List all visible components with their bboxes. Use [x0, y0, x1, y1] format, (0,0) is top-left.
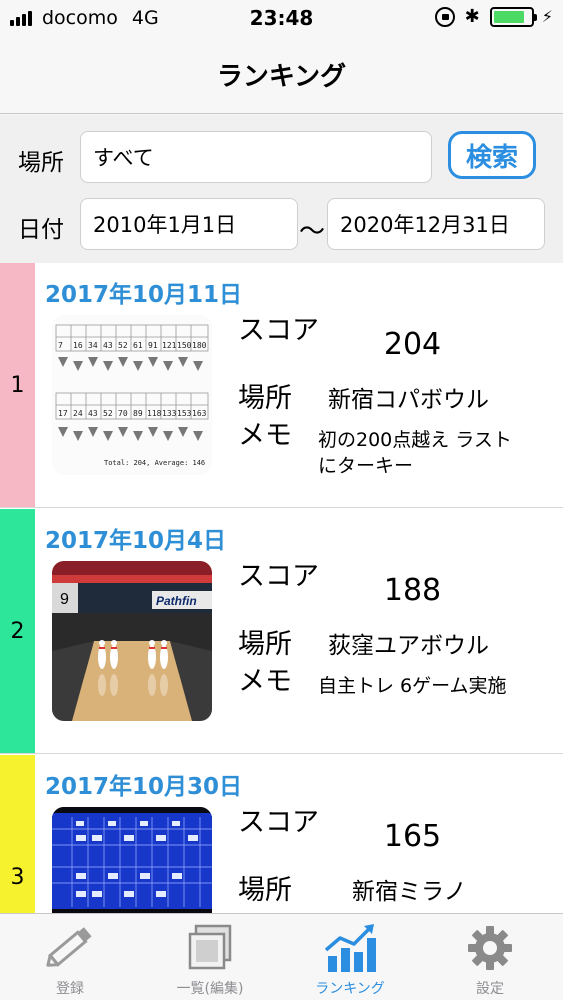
ranking-date: 2017年10月30日	[45, 774, 243, 800]
place-label: 場所	[238, 875, 292, 906]
memo-value: 初の200点越え ラストにターキー	[318, 429, 512, 477]
sheet-frame: 163	[192, 409, 207, 418]
status-bar: docomo 4G 23:48 ✱ ⚡	[0, 0, 563, 38]
sheet-frame: 133	[162, 409, 177, 418]
ranking-row[interactable]: 2 2017年10月4日 9 Pathfin スコア 188 場所 荻窪ユアボウ…	[0, 509, 563, 754]
sheet-caption: Total: 204, Average: 146	[104, 459, 205, 467]
ranking-date: 2017年10月11日	[45, 282, 243, 308]
rank-number: 2	[10, 618, 25, 644]
lane-number: 9	[60, 591, 69, 608]
sheet-frame: 121	[162, 341, 177, 350]
battery-icon	[489, 6, 537, 27]
sheet-frame: 52	[118, 341, 128, 350]
sheet-frame: 43	[103, 341, 113, 350]
sheet-frame: 7	[58, 341, 63, 350]
bluetooth-icon: ✱	[464, 6, 480, 27]
ranking-row[interactable]: 3 2017年10月30日 スコア 165 場所 新宿ミラノ	[0, 755, 563, 913]
score-label: スコア	[238, 315, 319, 346]
tab-bar: 登録 一覧(編集) ランキング 設定	[0, 913, 563, 1000]
score-value: 188	[383, 573, 442, 608]
page-title: ランキング	[216, 62, 347, 92]
memo-label: メモ	[238, 666, 292, 697]
scoreboard-screen-photo	[52, 807, 212, 913]
date-to-field[interactable]: 2020年12月31日	[327, 198, 545, 250]
tab-label: 設定	[476, 981, 504, 997]
navigation-bar: ランキング	[0, 38, 563, 114]
tab-list-edit[interactable]: 一覧(編集)	[140, 914, 280, 1000]
rank-indicator: 1	[0, 263, 35, 507]
rank-number: 1	[10, 372, 25, 398]
memo-label: メモ	[238, 905, 292, 913]
tab-label: ランキング	[315, 981, 385, 997]
scoreboard-graphic	[52, 807, 212, 913]
place-value: 新宿コパボウル	[328, 387, 489, 413]
sheet-frame: 52	[103, 409, 113, 418]
date-from-field[interactable]: 2010年1月1日	[80, 198, 298, 250]
battery-fill	[493, 10, 525, 23]
sheet-frame: 61	[133, 341, 143, 350]
charging-icon: ⚡	[541, 7, 553, 26]
score-label: スコア	[238, 807, 319, 838]
place-label: 場所	[238, 629, 292, 660]
place-filter-value: すべて	[93, 146, 154, 170]
photo-stack-icon	[182, 922, 238, 974]
place-value: 荻窪ユアボウル	[328, 633, 489, 659]
place-value: 新宿ミラノ	[352, 879, 467, 905]
place-filter-label: 場所	[18, 150, 64, 176]
bowling-lane-graphic: 9 Pathfin	[52, 561, 212, 721]
rank-number: 3	[10, 864, 25, 890]
sheet-frame: 91	[148, 341, 158, 350]
place-filter-field[interactable]: すべて	[80, 131, 432, 183]
rank-indicator: 2	[0, 509, 35, 753]
score-sheet-graphic: 7 16 34 43 52 61 91 121 150 180 17 24 43…	[52, 315, 212, 475]
sheet-frame: 16	[73, 341, 83, 350]
place-label: 場所	[238, 383, 292, 414]
bowling-lane-photo: 9 Pathfin	[52, 561, 212, 721]
filter-panel: 場所 すべて 検索 日付 2010年1月1日 〜 2020年12月31日	[0, 115, 563, 263]
date-from-value: 2010年1月1日	[93, 213, 237, 237]
gear-icon	[462, 922, 518, 974]
status-right: ✱ ⚡	[434, 6, 553, 27]
ranking-list[interactable]: 1 2017年10月11日 7 16 34 43 52 61 91 121 15…	[0, 263, 563, 913]
sheet-frame: 24	[73, 409, 83, 418]
date-to-value: 2020年12月31日	[340, 213, 510, 237]
sheet-frame: 89	[133, 409, 143, 418]
score-value: 204	[383, 327, 442, 362]
sheet-frame: 150	[177, 341, 192, 350]
lane-sign: Pathfin	[156, 594, 197, 608]
ranking-date: 2017年10月4日	[45, 528, 227, 554]
sheet-frame: 34	[88, 341, 98, 350]
memo-label: メモ	[238, 420, 292, 451]
score-sheet-photo: 7 16 34 43 52 61 91 121 150 180 17 24 43…	[52, 315, 212, 475]
pencil-icon	[42, 922, 98, 974]
sheet-frame: 153	[177, 409, 192, 418]
rank-indicator: 3	[0, 755, 35, 913]
sheet-frame: 70	[118, 409, 128, 418]
sheet-frame: 43	[88, 409, 98, 418]
search-button[interactable]: 検索	[448, 131, 536, 179]
sheet-frame: 118	[147, 409, 162, 418]
score-value: 165	[383, 819, 442, 854]
tab-register[interactable]: 登録	[0, 914, 140, 1000]
sheet-frame: 17	[58, 409, 68, 418]
tab-ranking[interactable]: ランキング	[280, 914, 420, 1000]
memo-value: 自主トレ 6ゲーム実施	[318, 675, 507, 697]
chart-icon	[322, 922, 378, 974]
tab-label: 一覧(編集)	[176, 981, 244, 997]
score-label: スコア	[238, 561, 319, 592]
tab-label: 登録	[56, 981, 84, 997]
date-range-separator: 〜	[299, 217, 326, 247]
rotation-lock-icon	[434, 6, 455, 27]
tab-settings[interactable]: 設定	[420, 914, 560, 1000]
ranking-row[interactable]: 1 2017年10月11日 7 16 34 43 52 61 91 121 15…	[0, 263, 563, 508]
sheet-frame: 180	[192, 341, 207, 350]
date-filter-label: 日付	[18, 217, 64, 243]
